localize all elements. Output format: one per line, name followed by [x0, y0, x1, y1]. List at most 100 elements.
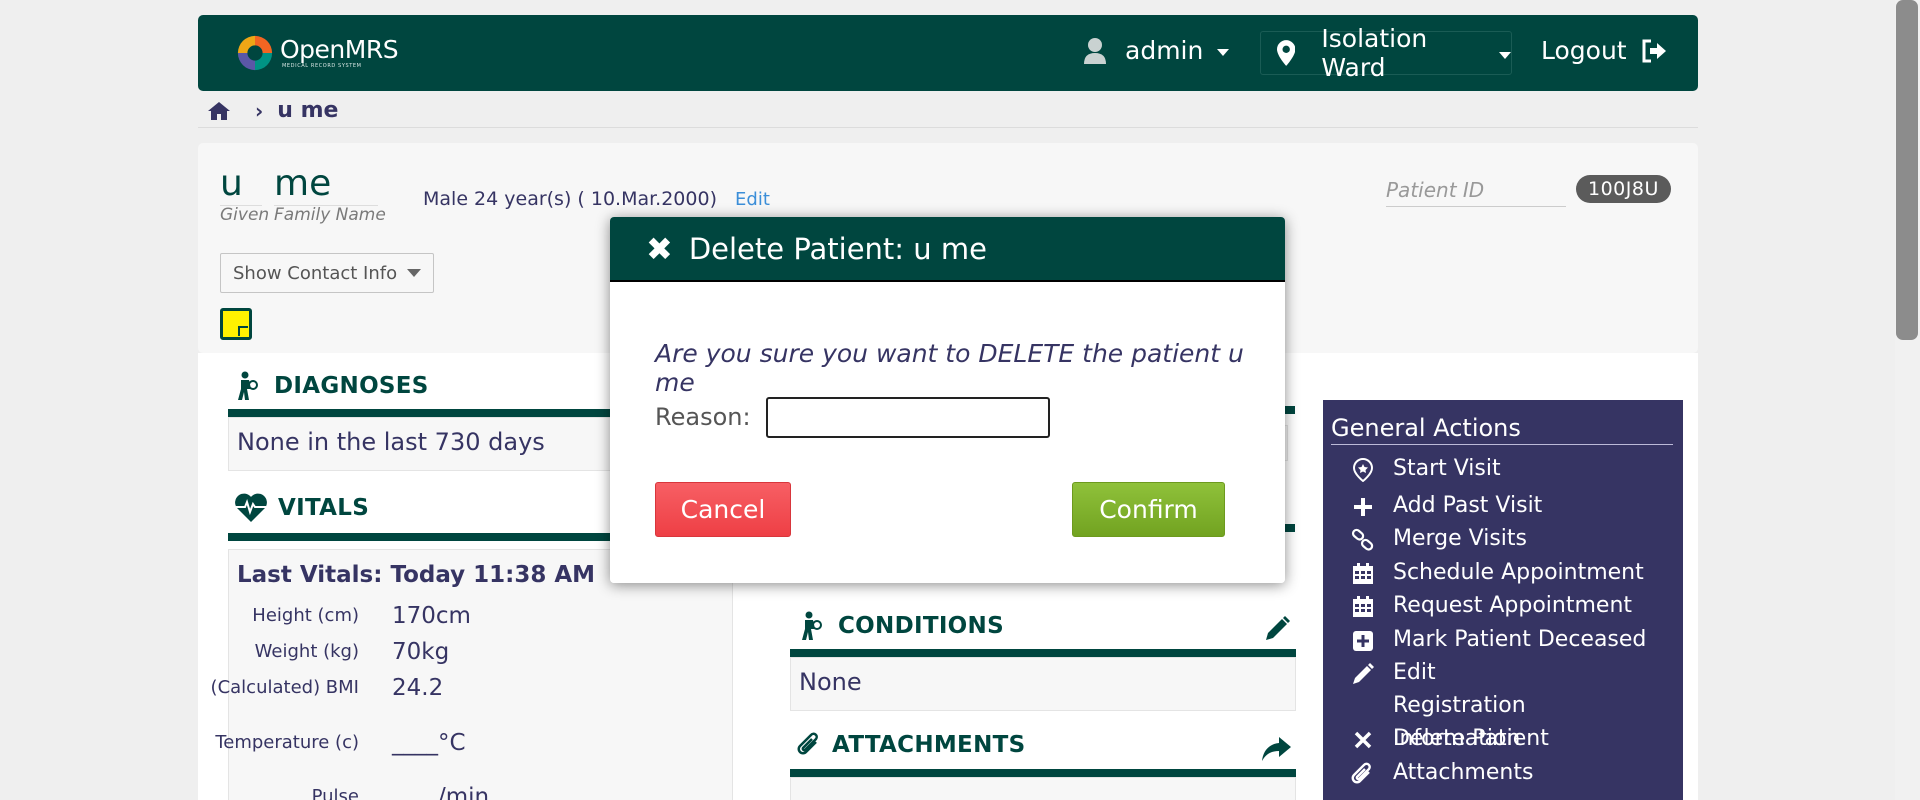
- caret-down-icon: [407, 269, 422, 277]
- divider: [198, 127, 1698, 128]
- link-icon: [1351, 528, 1374, 551]
- paperclip-icon: [797, 732, 818, 755]
- action-schedule-appointment[interactable]: Schedule Appointment: [1351, 560, 1644, 586]
- plus-square-icon: [1353, 631, 1373, 651]
- diagnoses-title: DIAGNOSES: [274, 373, 429, 399]
- action-add-past-visit[interactable]: Add Past Visit: [1351, 493, 1542, 519]
- family-name: me: [274, 163, 378, 206]
- patient-id-badge: 100J8U: [1576, 175, 1671, 203]
- user-icon: [1084, 37, 1106, 64]
- reason-label: Reason:: [655, 403, 751, 431]
- vitals-label: Weight (kg): [254, 641, 359, 662]
- conditions-bar: [790, 649, 1296, 657]
- location-menu[interactable]: Isolation Ward: [1260, 24, 1512, 82]
- patient-id-label: Patient ID: [1386, 178, 1566, 207]
- sticky-note-icon[interactable]: [220, 308, 252, 340]
- action-label: Mark Patient Deceased: [1393, 627, 1647, 652]
- breadcrumb-current: u me: [277, 98, 339, 123]
- openmrs-logo[interactable]: OpenMRS MEDICAL RECORD SYSTEM: [236, 34, 399, 72]
- vitals-value: ____°C: [392, 730, 466, 756]
- show-contact-info-button[interactable]: Show Contact Info: [220, 253, 434, 293]
- action-mark-patient-deceased[interactable]: Mark Patient Deceased: [1351, 627, 1646, 653]
- reason-input[interactable]: [766, 397, 1050, 438]
- scrollbar-thumb[interactable]: [1896, 0, 1918, 340]
- heartbeat-icon: [235, 493, 267, 522]
- chevron-right-icon: ›: [255, 98, 264, 123]
- attachments-bar: [790, 769, 1296, 777]
- given-label: Given: [220, 205, 270, 225]
- logout-link[interactable]: Logout: [1541, 36, 1667, 65]
- vitals-label: Height (cm): [252, 605, 359, 626]
- close-icon[interactable]: ✖: [646, 230, 673, 268]
- edit-demographics-link[interactable]: Edit: [735, 189, 770, 210]
- map-pin-icon: [1277, 40, 1296, 66]
- openmrs-logo-icon: [237, 35, 273, 71]
- action-label: Delete Patient: [1393, 726, 1549, 751]
- general-actions-panel: General Actions Start Visit Add Past Vis…: [1323, 400, 1683, 800]
- vitals-label: Pulse: [311, 786, 359, 800]
- attachments-title: ATTACHMENTS: [832, 732, 1026, 758]
- action-label: Schedule Appointment: [1393, 560, 1644, 585]
- dialog-title: Delete Patient: u me: [688, 231, 987, 266]
- vitals-box: Last Vitals: Today 11:38 AM Height (cm) …: [211, 549, 733, 800]
- vitals-title: VITALS: [278, 495, 370, 521]
- share-icon[interactable]: [1260, 735, 1292, 763]
- user-menu[interactable]: admin: [1083, 36, 1230, 65]
- vitals-value: 70kg: [392, 639, 450, 665]
- vitals-value: 170cm: [392, 603, 471, 629]
- attachments-header: ATTACHMENTS: [796, 731, 1025, 759]
- action-label: Request Appointment: [1393, 593, 1633, 618]
- pencil-icon[interactable]: [1263, 615, 1291, 643]
- diagnoses-header: DIAGNOSES: [234, 371, 429, 401]
- calendar-icon: [1353, 563, 1373, 584]
- plus-icon: [1354, 498, 1372, 516]
- action-attachments[interactable]: Attachments: [1351, 760, 1533, 786]
- diagnosis-icon: [238, 371, 258, 400]
- breadcrumb: › u me: [207, 98, 338, 123]
- last-vitals: Last Vitals: Today 11:38 AM: [237, 562, 596, 588]
- vitals-value: ____/min: [392, 784, 490, 800]
- action-label: Add Past Visit: [1393, 493, 1543, 518]
- top-header: OpenMRS MEDICAL RECORD SYSTEM admin Isol…: [198, 15, 1698, 91]
- pencil-icon: [1353, 663, 1374, 684]
- conditions-text: None: [799, 668, 862, 696]
- diagnoses-text: None in the last 730 days: [237, 428, 545, 456]
- user-name: admin: [1125, 36, 1204, 65]
- action-label: Merge Visits: [1393, 526, 1528, 551]
- action-delete-patient[interactable]: Delete Patient: [1351, 726, 1549, 752]
- family-label: Family Name: [274, 205, 386, 225]
- demographics-text: Male 24 year(s) ( 10.Mar.2000): [423, 188, 717, 210]
- cancel-button[interactable]: Cancel: [655, 482, 791, 537]
- given-name: u: [220, 163, 262, 206]
- home-icon[interactable]: [207, 101, 231, 121]
- contact-button-label: Show Contact Info: [233, 262, 398, 284]
- action-start-visit[interactable]: Start Visit: [1351, 456, 1501, 482]
- location-name: Isolation Ward: [1321, 24, 1428, 82]
- patient-demographics: Male 24 year(s) ( 10.Mar.2000) Edit: [423, 188, 770, 210]
- dialog-question: Are you sure you want to DELETE the pati…: [655, 339, 1244, 397]
- vitals-label: (Calculated) BMI: [210, 677, 359, 698]
- conditions-title: CONDITIONS: [838, 613, 1004, 639]
- sign-out-icon: [1642, 39, 1666, 62]
- close-icon: [1354, 731, 1372, 749]
- paperclip-icon: [1351, 762, 1371, 784]
- vitals-label: Temperature (c): [215, 732, 359, 753]
- general-actions-title: General Actions: [1331, 414, 1673, 445]
- action-label: Start Visit: [1393, 456, 1501, 481]
- conditions-header: CONDITIONS: [798, 611, 1004, 641]
- logout-label: Logout: [1541, 36, 1627, 65]
- calendar-icon: [1353, 596, 1373, 617]
- vitals-header: VITALS: [234, 493, 369, 523]
- conditions-box: None: [790, 657, 1296, 711]
- chevron-down-icon: [1217, 49, 1230, 56]
- delete-patient-dialog: ✖ Delete Patient: u me Are you sure you …: [610, 217, 1285, 583]
- start-visit-icon: [1352, 458, 1374, 482]
- diagnosis-icon: [802, 611, 822, 640]
- dialog-header: ✖ Delete Patient: u me: [610, 217, 1285, 282]
- action-request-appointment[interactable]: Request Appointment: [1351, 593, 1632, 619]
- confirm-button[interactable]: Confirm: [1072, 482, 1225, 537]
- action-merge-visits[interactable]: Merge Visits: [1351, 526, 1527, 552]
- attachments-box: [790, 777, 1296, 800]
- vitals-value: 24.2: [392, 675, 444, 701]
- action-label: Attachments: [1393, 760, 1534, 785]
